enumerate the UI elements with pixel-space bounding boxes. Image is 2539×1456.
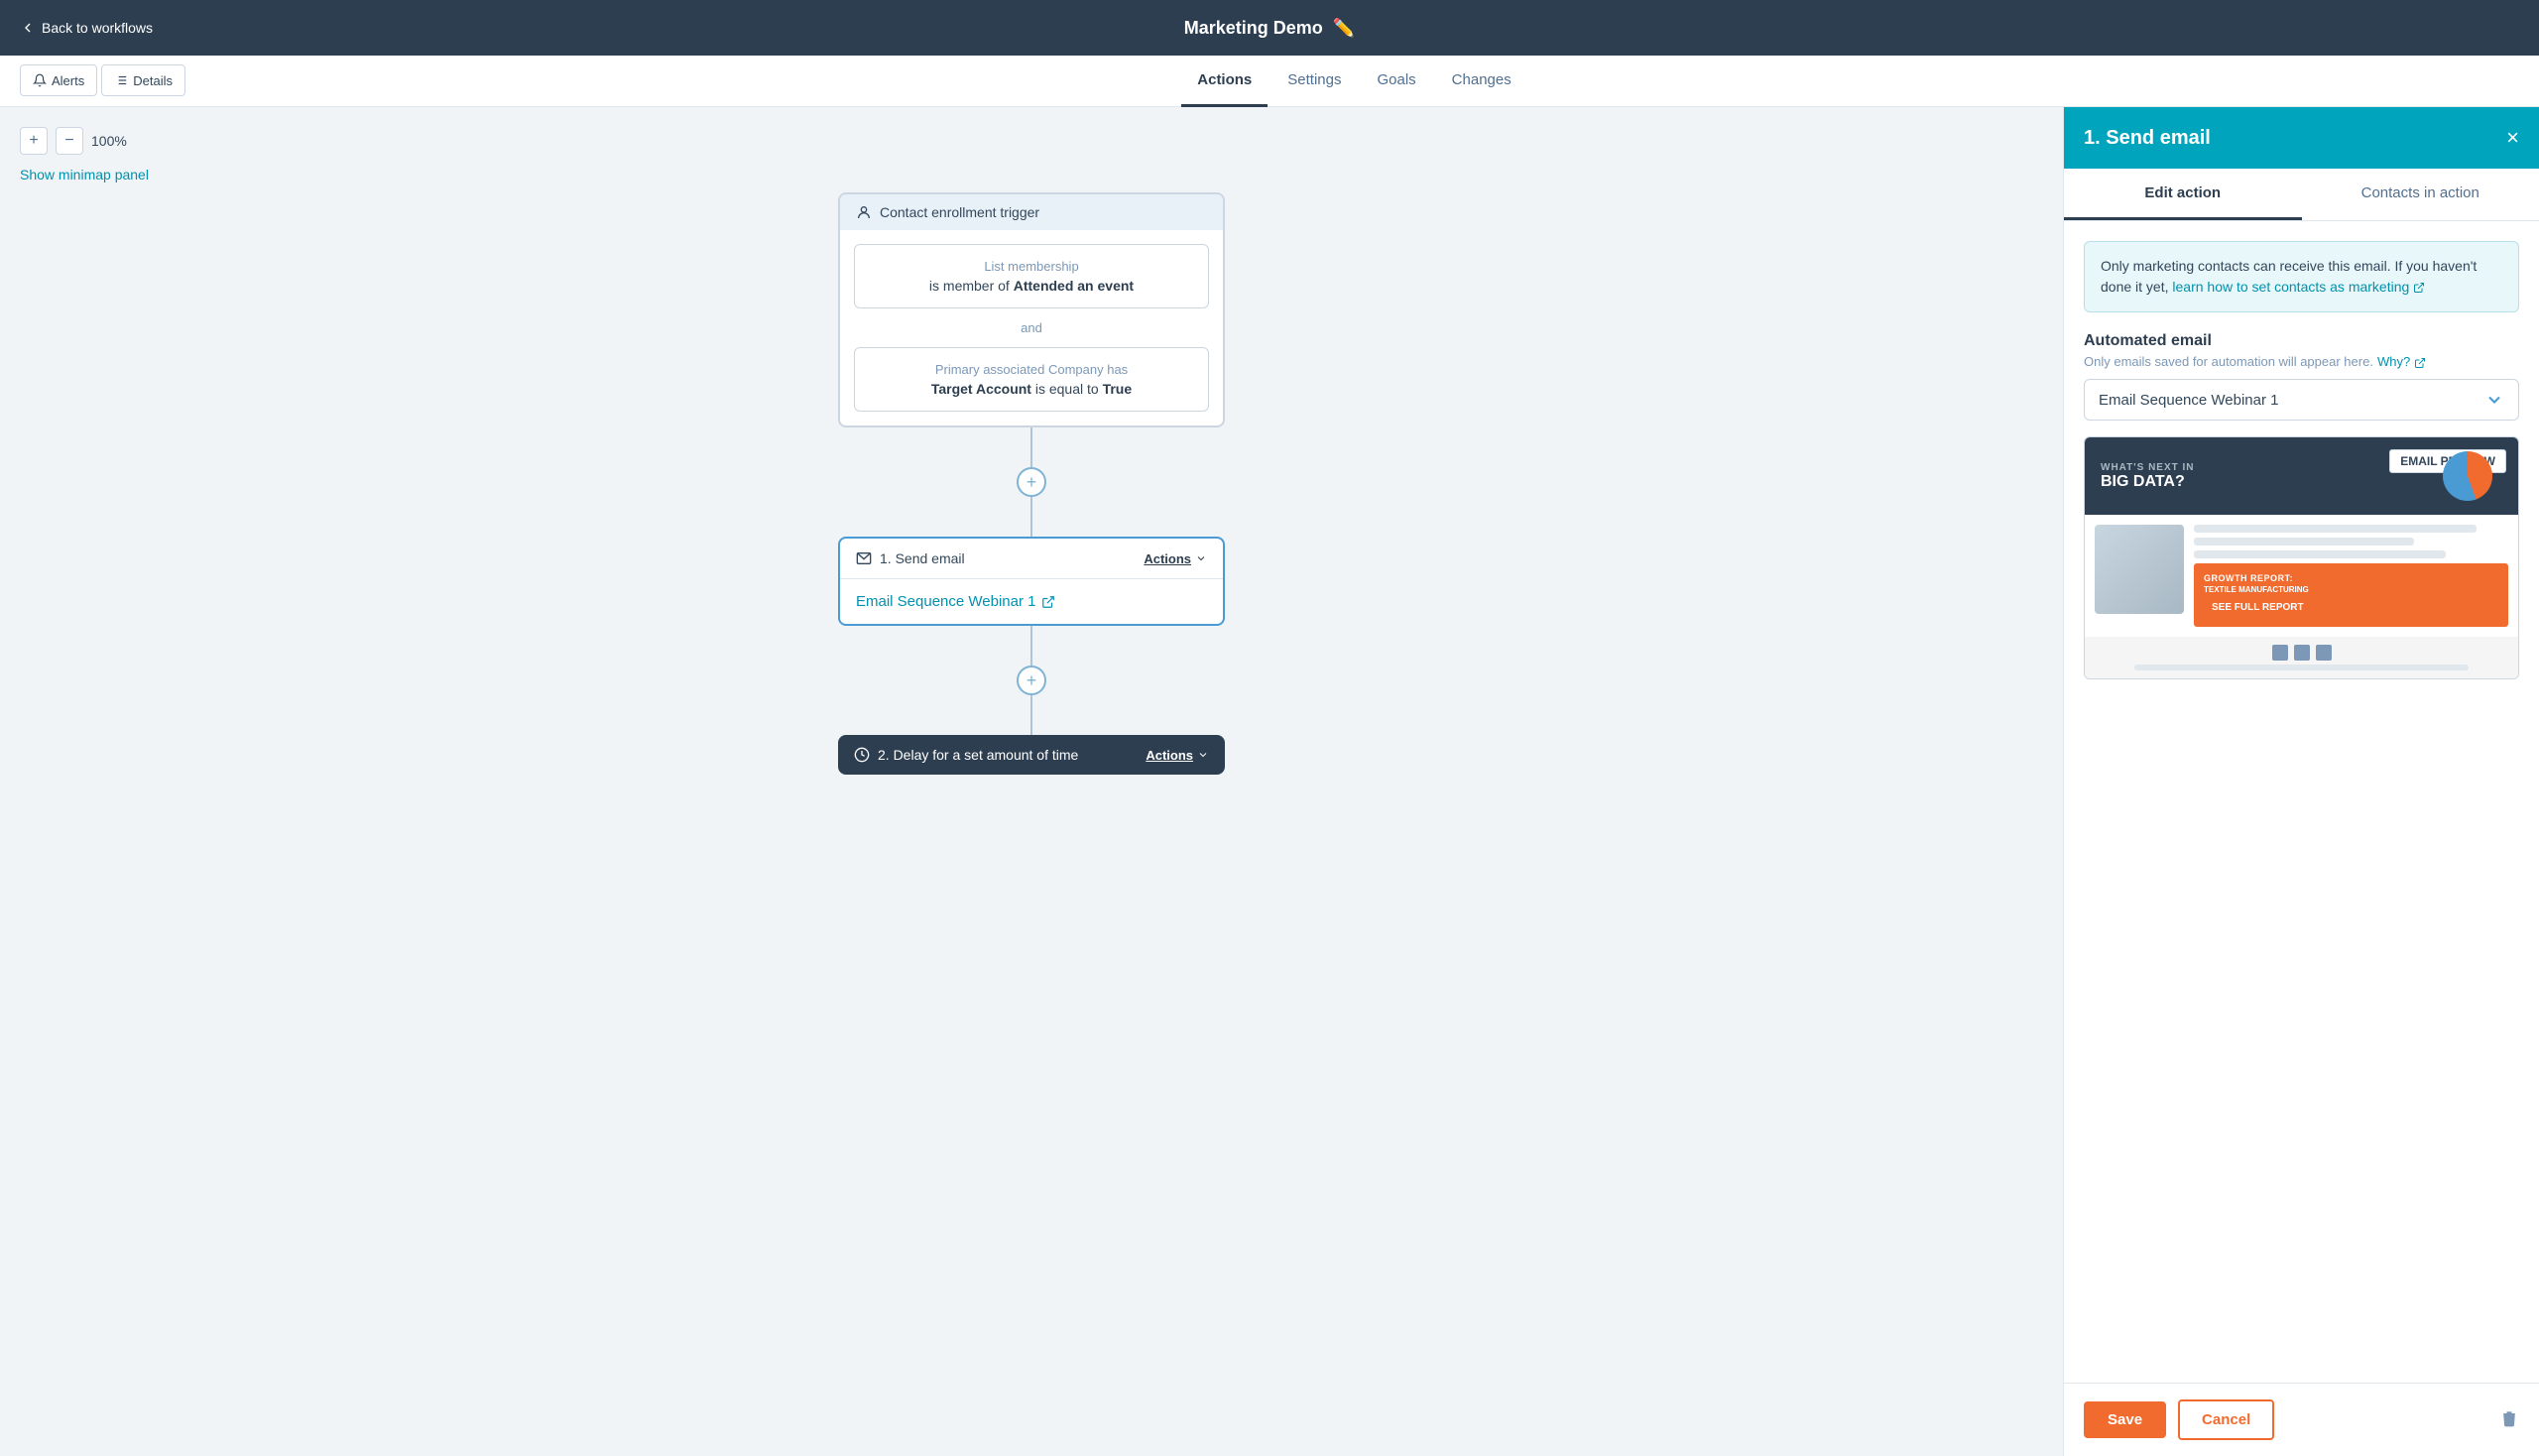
automated-email-label: Automated email — [2084, 332, 2519, 350]
and-separator: and — [854, 318, 1209, 337]
add-step-button-2[interactable]: + — [1017, 666, 1046, 695]
back-link-label: Back to workflows — [42, 20, 153, 36]
email-preview-container: EMAIL PREVIEW WHAT'S NEXT IN BIG DATA? — [2084, 436, 2519, 679]
add-step-button-1[interactable]: + — [1017, 467, 1046, 497]
delete-button[interactable] — [2499, 1408, 2519, 1431]
alerts-button[interactable]: Alerts — [20, 64, 97, 96]
preview-chart-graphic — [2443, 451, 2502, 501]
panel-footer: Save Cancel — [2064, 1383, 2539, 1456]
tab-contacts-in-action[interactable]: Contacts in action — [2302, 169, 2539, 220]
preview-footer-text-line — [2134, 665, 2469, 670]
show-minimap-link[interactable]: Show minimap panel — [20, 167, 2043, 182]
condition-1-label: List membership — [871, 259, 1192, 274]
right-panel: 1. Send email × Edit action Contacts in … — [2063, 107, 2539, 1456]
tab-actions[interactable]: Actions — [1181, 56, 1268, 107]
info-box-link[interactable]: learn how to set contacts as marketing — [2172, 279, 2425, 295]
close-panel-button[interactable]: × — [2506, 125, 2519, 151]
zoom-in-button[interactable]: + — [20, 127, 48, 155]
condition-2-box: Primary associated Company has Target Ac… — [854, 347, 1209, 412]
preview-social-icon-2 — [2294, 645, 2310, 661]
automated-email-section: Automated email Only emails saved for au… — [2084, 332, 2519, 421]
preview-headline: WHAT'S NEXT IN BIG DATA? — [2101, 462, 2431, 491]
workflow-title: Marketing Demo ✏️ — [1184, 18, 1355, 39]
preview-report-box: GROWTH REPORT: TEXTILE MANUFACTURING SEE… — [2194, 563, 2508, 627]
canvas-controls: + − 100% — [20, 127, 2043, 155]
action-1-title: 1. Send email — [856, 550, 965, 566]
cancel-button[interactable]: Cancel — [2178, 1399, 2274, 1440]
edit-title-icon[interactable]: ✏️ — [1333, 18, 1355, 39]
tab-changes[interactable]: Changes — [1436, 56, 1527, 107]
send-email-node: 1. Send email Actions Email Sequence Web… — [838, 537, 1225, 626]
back-to-workflows-link[interactable]: Back to workflows — [20, 20, 153, 36]
preview-social-icon-3 — [2316, 645, 2332, 661]
info-box: Only marketing contacts can receive this… — [2084, 241, 2519, 312]
action-1-dropdown[interactable]: Actions — [1144, 551, 1207, 566]
trigger-node: Contact enrollment trigger List membersh… — [838, 192, 1225, 427]
trigger-body: List membership is member of Attended an… — [840, 230, 1223, 425]
save-button[interactable]: Save — [2084, 1401, 2166, 1438]
trigger-header: Contact enrollment trigger — [840, 194, 1223, 230]
delay-title: 2. Delay for a set amount of time — [854, 747, 1078, 763]
zoom-level-label: 100% — [91, 133, 127, 149]
preview-text-content: GROWTH REPORT: TEXTILE MANUFACTURING SEE… — [2194, 525, 2508, 627]
action-1-header: 1. Send email Actions — [840, 539, 1223, 579]
delay-node: 2. Delay for a set amount of time Action… — [838, 735, 1225, 775]
preview-footer — [2085, 637, 2518, 678]
preview-social-icon-1 — [2272, 645, 2288, 661]
email-link[interactable]: Email Sequence Webinar 1 — [856, 593, 1207, 610]
tab-edit-action[interactable]: Edit action — [2064, 169, 2302, 220]
tab-bar: Alerts Details Actions Settings Goals Ch… — [0, 56, 2539, 107]
connector-line-2 — [1030, 497, 1032, 537]
details-button[interactable]: Details — [101, 64, 185, 96]
preview-person-graphic — [2095, 525, 2184, 614]
condition-2-text: Target Account is equal to True — [871, 381, 1192, 397]
zoom-out-button[interactable]: − — [56, 127, 83, 155]
main-layout: + − 100% Show minimap panel Contact enro… — [0, 107, 2539, 1456]
email-preview-image: WHAT'S NEXT IN BIG DATA? — [2085, 437, 2518, 678]
top-navigation: Back to workflows Marketing Demo ✏️ — [0, 0, 2539, 56]
preview-cta-btn: SEE FULL REPORT — [2204, 598, 2312, 617]
panel-content: Only marketing contacts can receive this… — [2064, 221, 2539, 1383]
why-link[interactable]: Why? — [2377, 354, 2426, 369]
connector-line-4 — [1030, 695, 1032, 735]
connector-line-1 — [1030, 427, 1032, 467]
panel-header: 1. Send email × — [2064, 107, 2539, 169]
automated-email-sublabel: Only emails saved for automation will ap… — [2084, 354, 2519, 369]
tab-goals[interactable]: Goals — [1361, 56, 1431, 107]
email-select-dropdown[interactable]: Email Sequence Webinar 1 — [2084, 379, 2519, 421]
condition-1-box: List membership is member of Attended an… — [854, 244, 1209, 308]
preview-body: GROWTH REPORT: TEXTILE MANUFACTURING SEE… — [2085, 515, 2518, 637]
condition-1-text: is member of Attended an event — [871, 278, 1192, 294]
connector-line-3 — [1030, 626, 1032, 666]
connector-2: + — [1017, 626, 1046, 735]
workflow-nodes: Contact enrollment trigger List membersh… — [20, 182, 2043, 775]
tab-settings[interactable]: Settings — [1271, 56, 1357, 107]
panel-title: 1. Send email — [2084, 127, 2211, 150]
delay-actions-dropdown[interactable]: Actions — [1146, 748, 1209, 763]
connector-1: + — [1017, 427, 1046, 537]
action-1-body: Email Sequence Webinar 1 — [840, 579, 1223, 624]
workflow-canvas: + − 100% Show minimap panel Contact enro… — [0, 107, 2063, 1456]
condition-2-label: Primary associated Company has — [871, 362, 1192, 377]
panel-tabs: Edit action Contacts in action — [2064, 169, 2539, 221]
